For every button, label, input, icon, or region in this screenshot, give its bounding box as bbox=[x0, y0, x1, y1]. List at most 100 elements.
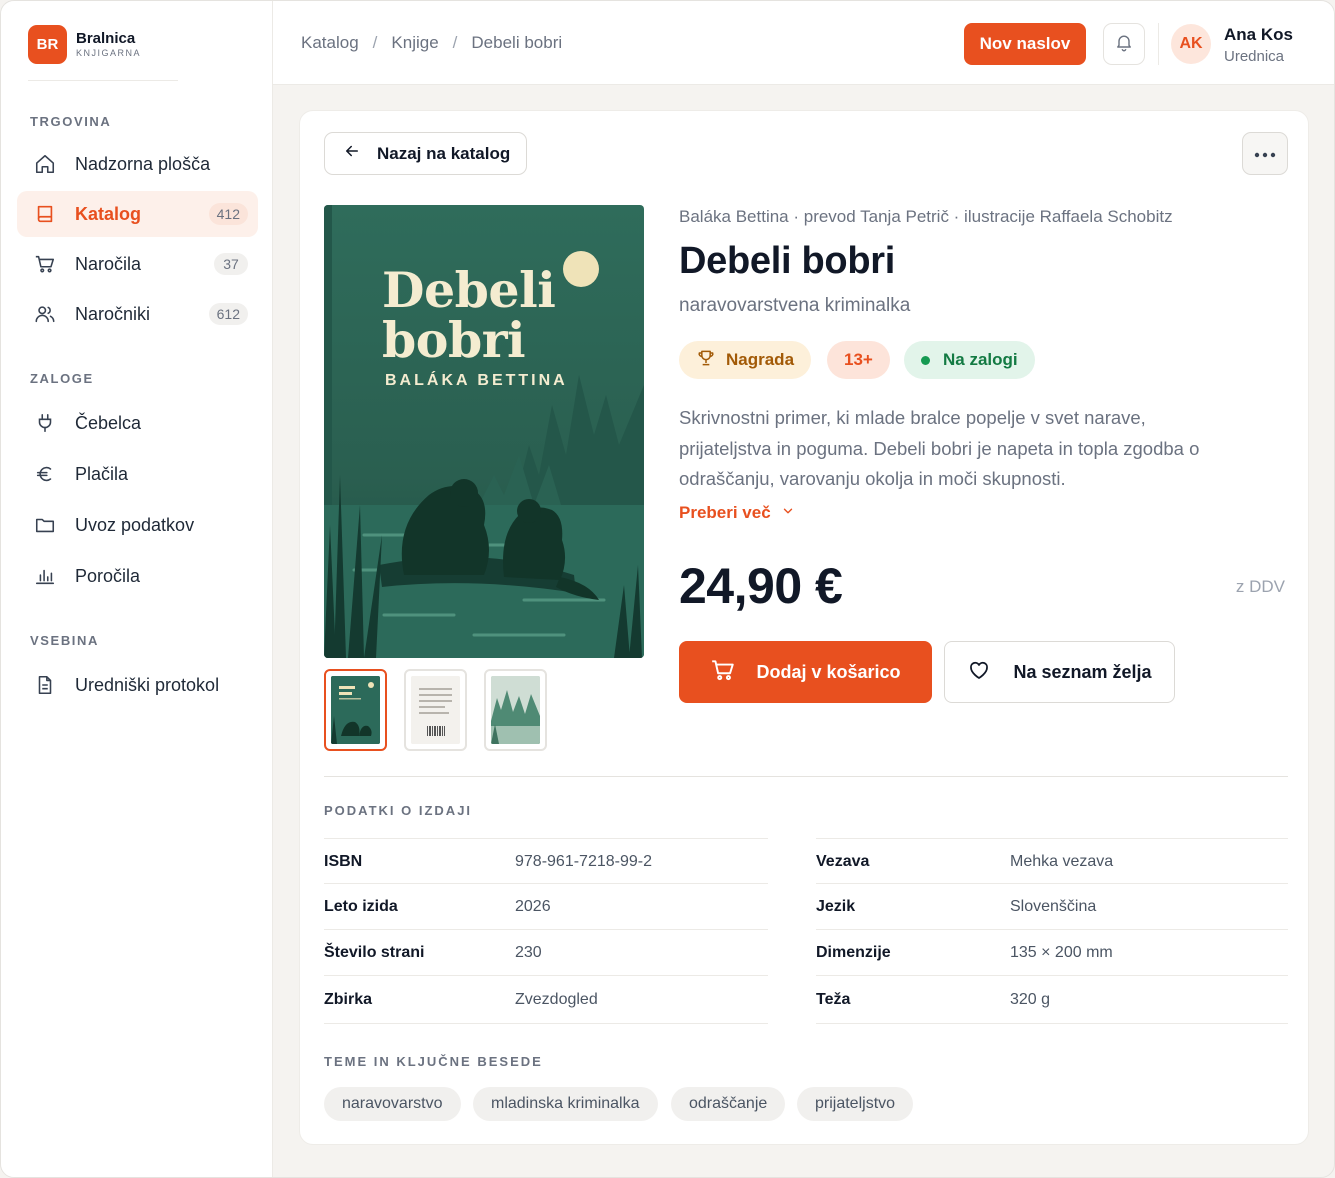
spec-value: Slovenščina bbox=[1010, 897, 1097, 915]
back-button-label: Nazaj na katalog bbox=[377, 143, 511, 163]
sidebar-item-catalog[interactable]: Katalog 412 bbox=[17, 191, 258, 237]
add-to-wishlist-button[interactable]: Na seznam želja bbox=[944, 641, 1175, 703]
back-to-catalog-button[interactable]: Nazaj na katalog bbox=[324, 132, 527, 175]
brand[interactable]: BR Bralnica KNJIGARNA bbox=[28, 25, 141, 64]
spec-row: Leto izida 2026 bbox=[324, 883, 768, 929]
edition-details-title: PODATKI O IZDAJI bbox=[324, 803, 473, 818]
bell-icon bbox=[1114, 32, 1134, 57]
spec-value: Zvezdogled bbox=[515, 990, 598, 1008]
wishlist-label: Na seznam želja bbox=[1013, 661, 1152, 682]
book-price: 24,90 € bbox=[679, 558, 843, 614]
brand-name: Bralnica bbox=[76, 30, 136, 47]
brand-divider bbox=[28, 80, 178, 81]
illustration-thumbnail-image bbox=[491, 676, 540, 744]
vat-note: z DDV bbox=[1235, 577, 1285, 596]
spec-row: Jezik Slovenščina bbox=[816, 883, 1288, 929]
sidebar-item-label: Katalog bbox=[75, 203, 142, 224]
status-dot-icon bbox=[921, 355, 930, 365]
topic-tag[interactable]: prijateljstvo bbox=[797, 1087, 914, 1121]
cover-author: BALÁKA BETTINA bbox=[385, 372, 568, 389]
spec-key: Zbirka bbox=[324, 990, 373, 1008]
home-icon bbox=[33, 152, 57, 176]
spec-value: 2026 bbox=[515, 897, 551, 915]
more-options-button[interactable] bbox=[1242, 132, 1288, 175]
thumbnail-illustration[interactable] bbox=[484, 669, 547, 751]
book-credits: Baláka Bettina · prevod Tanja Petrič · i… bbox=[679, 207, 1173, 226]
sidebar-item-label: Plačila bbox=[75, 463, 129, 484]
sidebar-item-payments[interactable]: Plačila bbox=[17, 451, 258, 497]
sidebar-item-dashboard[interactable]: Nadzorna plošča bbox=[17, 141, 258, 187]
user-role: Urednica bbox=[1224, 48, 1285, 65]
spec-value: Mehka vezava bbox=[1010, 852, 1114, 870]
spec-table-bottom-border bbox=[816, 1023, 1288, 1024]
sidebar-item-label: Uredniški protokol bbox=[75, 674, 220, 695]
sidebar: BR Bralnica KNJIGARNA TRGOVINA Nadzorna … bbox=[1, 1, 273, 1177]
sidebar-item-label: Naročniki bbox=[75, 303, 151, 324]
new-title-button[interactable]: Nov naslov bbox=[964, 23, 1086, 65]
count-badge: 37 bbox=[214, 253, 248, 275]
sidebar-item-subscribers[interactable]: Naročniki 612 bbox=[17, 291, 258, 337]
read-more-label: Preberi več bbox=[679, 503, 771, 522]
topic-tag[interactable]: mladinska kriminalka bbox=[473, 1087, 658, 1121]
trophy-icon bbox=[696, 348, 716, 373]
add-to-cart-button[interactable]: Dodaj v košarico bbox=[679, 641, 932, 703]
stock-status-label: Na zalogi bbox=[943, 350, 1018, 369]
book-genre: naravovarstvena kriminalka bbox=[679, 295, 911, 316]
avatar[interactable]: AK bbox=[1171, 24, 1211, 64]
cover-thumbnail-image bbox=[331, 676, 380, 744]
breadcrumb-item-books[interactable]: Knjige bbox=[391, 33, 438, 53]
section-divider bbox=[324, 776, 1288, 777]
book-detail-card: Nazaj na katalog Debeli bobri BALÁKA BET… bbox=[299, 110, 1309, 1145]
spec-key: Vezava bbox=[816, 852, 870, 870]
nav-section-title: ZALOGE bbox=[30, 371, 94, 386]
book-icon bbox=[33, 202, 57, 226]
breadcrumb-separator: / bbox=[372, 33, 378, 52]
breadcrumb-item-catalog[interactable]: Katalog bbox=[301, 33, 359, 53]
notifications-button[interactable] bbox=[1103, 23, 1145, 65]
sidebar-item-import[interactable]: Uvoz podatkov bbox=[17, 502, 258, 548]
cover-title: Debeli bobri bbox=[382, 265, 556, 365]
spec-key: Dimenzije bbox=[816, 943, 891, 961]
topic-tag[interactable]: odraščanje bbox=[671, 1087, 786, 1121]
user-name: Ana Kos bbox=[1224, 25, 1293, 44]
cart-icon bbox=[33, 252, 57, 276]
spec-value: 230 bbox=[515, 943, 542, 961]
book-title: Debeli bobri bbox=[679, 240, 895, 282]
nav-section-title: VSEBINA bbox=[30, 633, 99, 648]
spec-row: Dimenzije 135 × 200 mm bbox=[816, 929, 1288, 975]
sidebar-item-cebelca[interactable]: Čebelca bbox=[17, 400, 258, 446]
euro-icon bbox=[33, 462, 57, 486]
spec-row: Zbirka Zvezdogled bbox=[324, 975, 768, 1023]
book-cover-image: Debeli bobri BALÁKA BETTINA bbox=[324, 205, 644, 658]
sidebar-item-label: Čebelca bbox=[75, 412, 142, 433]
chevron-down-icon bbox=[771, 503, 795, 523]
award-badge-label: Nagrada bbox=[726, 350, 795, 369]
thumbnail-front-cover[interactable] bbox=[324, 669, 387, 751]
spec-key: ISBN bbox=[324, 852, 363, 870]
breadcrumb: Katalog / Knjige / Debeli bobri bbox=[301, 33, 562, 53]
topics-title: TEME IN KLJUČNE BESEDE bbox=[324, 1054, 543, 1069]
sidebar-item-label: Uvoz podatkov bbox=[75, 514, 195, 535]
sidebar-item-editorial-protocol[interactable]: Uredniški protokol bbox=[17, 662, 258, 708]
folder-icon bbox=[33, 513, 57, 537]
sidebar-item-reports[interactable]: Poročila bbox=[17, 553, 258, 599]
sidebar-item-label: Naročila bbox=[75, 253, 142, 274]
spec-value: 978-961-7218-99-2 bbox=[515, 852, 652, 870]
brand-subtitle: KNJIGARNA bbox=[76, 48, 142, 58]
spec-value: 320 g bbox=[1010, 990, 1051, 1008]
spec-key: Leto izida bbox=[324, 897, 398, 915]
count-badge: 612 bbox=[208, 303, 248, 325]
spec-row: ISBN 978-961-7218-99-2 bbox=[324, 838, 768, 884]
app-window: BR Bralnica KNJIGARNA TRGOVINA Nadzorna … bbox=[0, 0, 1335, 1178]
thumbnail-back-cover[interactable] bbox=[404, 669, 467, 751]
breadcrumb-separator: / bbox=[452, 33, 458, 52]
arrow-left-icon bbox=[343, 142, 361, 165]
breadcrumb-item-current: Debeli bobri bbox=[471, 33, 563, 52]
sidebar-item-orders[interactable]: Naročila 37 bbox=[17, 241, 258, 287]
spec-value: 135 × 200 mm bbox=[1010, 943, 1113, 961]
count-badge: 412 bbox=[208, 203, 248, 225]
cart-icon bbox=[710, 657, 736, 688]
topic-tag[interactable]: naravovarstvo bbox=[324, 1087, 461, 1121]
top-bar: Katalog / Knjige / Debeli bobri Nov nasl… bbox=[273, 1, 1334, 85]
read-more-link[interactable]: Preberi več bbox=[679, 503, 795, 523]
